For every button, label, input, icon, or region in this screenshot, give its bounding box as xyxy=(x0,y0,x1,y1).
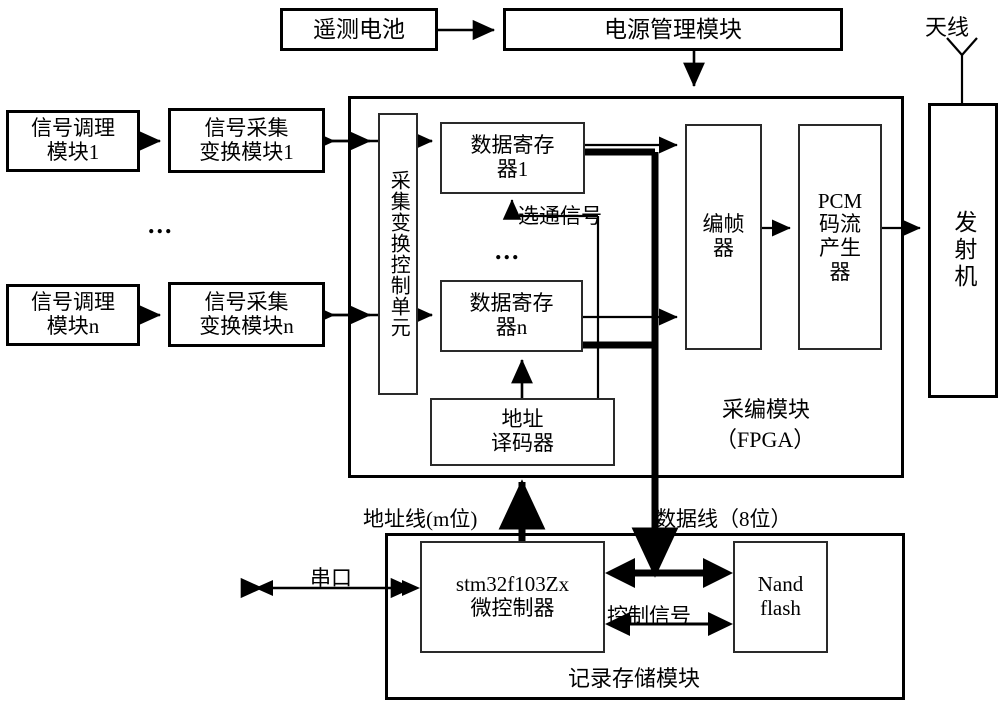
diagram-canvas: 遥测电池 电源管理模块 天线 信号调理 模块1 信号采集 变换模块1 ... 信… xyxy=(0,0,1000,708)
mcu-line2: 微控制器 xyxy=(470,596,555,620)
ellipsis-registers: ... xyxy=(495,236,521,265)
transmitter-label: 发射机 xyxy=(950,210,976,291)
block-signal-conditioning-1[interactable]: 信号调理 模块1 xyxy=(6,110,140,172)
block-data-register-1[interactable]: 数据寄存 器1 xyxy=(440,122,585,194)
block-address-decoder[interactable]: 地址 译码器 xyxy=(430,398,615,466)
block-signal-acquisition-n[interactable]: 信号采集 变换模块n xyxy=(168,282,325,347)
pcm-generator-line4: 器 xyxy=(829,259,851,284)
block-pcm-generator[interactable]: PCM 码流 产生 器 xyxy=(798,124,882,350)
pcm-generator-line3: 产生 xyxy=(819,236,861,260)
power-management-label: 电源管理模块 xyxy=(604,16,742,42)
data-register-n-line2: 器n xyxy=(495,315,528,339)
fpga-module-title-line2: （FPGA） xyxy=(715,427,816,452)
signal-conditioning-n-line1: 信号调理 xyxy=(31,290,115,315)
nand-flash-line1: Nand xyxy=(757,572,804,597)
data-bus-label: 数据线（8位） xyxy=(655,507,792,531)
block-nand-flash[interactable]: Nand flash xyxy=(733,541,828,653)
control-signal-label: 控制信号 xyxy=(607,604,691,628)
ellipsis-left-column: ... xyxy=(148,210,174,239)
data-register-n-line1: 数据寄存 xyxy=(469,291,554,316)
frame-encoder-line1: 编帧 xyxy=(702,212,745,237)
signal-acquisition-n-line2: 变换模块n xyxy=(199,313,294,338)
block-signal-acquisition-1[interactable]: 信号采集 变换模块1 xyxy=(168,108,325,173)
fpga-module-title-line1: 采编模块 xyxy=(722,397,811,422)
record-storage-module-title: 记录存储模块 xyxy=(568,666,701,691)
data-register-1-line2: 器1 xyxy=(496,157,529,181)
block-mcu[interactable]: stm32f103Zx 微控制器 xyxy=(420,541,605,653)
nand-flash-line2: flash xyxy=(760,596,801,620)
signal-conditioning-1-line1: 信号调理 xyxy=(31,116,115,141)
serial-port-label: 串口 xyxy=(310,566,352,590)
block-data-register-n[interactable]: 数据寄存 器n xyxy=(440,280,583,352)
signal-acquisition-1-line1: 信号采集 xyxy=(204,115,289,140)
pcm-generator-line2: 码流 xyxy=(819,212,861,237)
telemetry-battery-label: 遥测电池 xyxy=(313,16,405,42)
data-register-1-line1: 数据寄存 xyxy=(470,133,555,158)
block-signal-conditioning-n[interactable]: 信号调理 模块n xyxy=(6,284,140,346)
block-frame-encoder[interactable]: 编帧 器 xyxy=(685,124,762,350)
signal-conditioning-1-line2: 模块1 xyxy=(46,140,100,164)
block-power-management[interactable]: 电源管理模块 xyxy=(503,8,843,51)
signal-acquisition-n-line1: 信号采集 xyxy=(204,289,289,314)
block-acq-convert-control-unit[interactable]: 采集变换控制单元 xyxy=(378,113,418,395)
signal-acquisition-1-line2: 变换模块1 xyxy=(199,139,294,164)
pcm-generator-line1: PCM xyxy=(817,188,863,213)
strobe-signal-label: 选通信号 xyxy=(518,204,602,228)
block-transmitter[interactable]: 发射机 xyxy=(928,103,998,398)
acq-convert-control-unit-label: 采集变换控制单元 xyxy=(387,170,410,338)
frame-encoder-line2: 器 xyxy=(713,236,734,260)
address-decoder-line2: 译码器 xyxy=(491,431,554,455)
block-telemetry-battery[interactable]: 遥测电池 xyxy=(280,8,438,51)
signal-conditioning-n-line2: 模块n xyxy=(46,314,100,338)
address-bus-label: 地址线(m位) xyxy=(363,507,478,531)
antenna-label: 天线 xyxy=(925,15,970,40)
mcu-line1: stm32f103Zx xyxy=(455,572,570,597)
address-decoder-line1: 地址 xyxy=(501,407,544,432)
